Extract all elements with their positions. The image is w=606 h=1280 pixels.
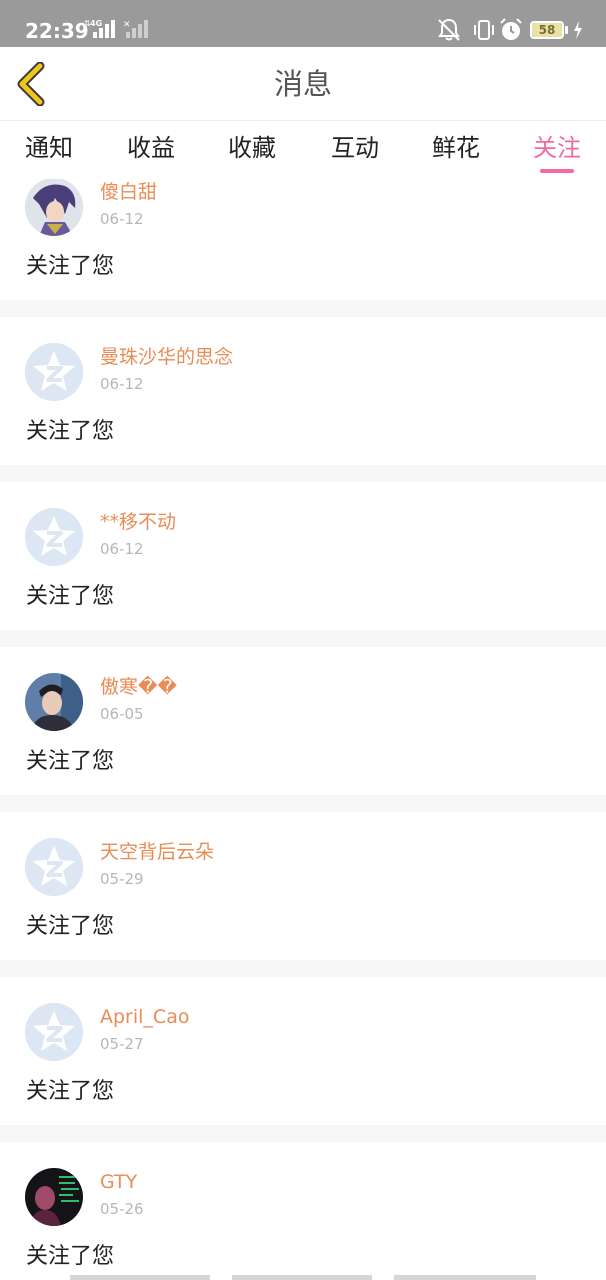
battery-level: 58 [538,23,556,37]
message-tabs: 通知 收益 收藏 互动 鲜花 关注 [0,121,606,179]
status-right-group: 58 [436,17,586,43]
user-name[interactable]: **移不动 [100,509,176,535]
tab-follow[interactable]: 关注 [517,131,597,173]
follow-message-list[interactable]: 傻白甜 06-12 关注了您 曼珠沙华的思念 06-12 关注了您 **移不动 … [0,179,606,1280]
message-date: 06-12 [100,210,144,228]
user-name[interactable]: GTY [100,1169,137,1195]
list-item[interactable]: 傲寒�� 06-05 关注了您 [0,647,606,795]
active-tab-indicator [540,169,574,173]
avatar[interactable] [25,838,83,896]
avatar[interactable] [25,508,83,566]
battery-tip [565,26,568,34]
photo-avatar-image [25,673,83,731]
default-avatar-icon [25,838,83,896]
signal-weak-icon: ✕ [123,20,148,38]
tab-label: 鲜花 [432,134,480,162]
status-bar: 22:39 4G ⇅ ✕ 58 [0,0,606,47]
tab-interaction[interactable]: 互动 [315,131,395,173]
message-text: 关注了您 [26,254,115,279]
message-date: 06-05 [100,705,144,723]
vibrate-icon [474,20,494,40]
list-item[interactable]: 天空背后云朵 05-29 关注了您 [0,812,606,960]
list-item[interactable]: **移不动 06-12 关注了您 [0,482,606,630]
tab-flowers[interactable]: 鲜花 [416,131,496,173]
page-title: 消息 [273,67,332,101]
svg-text:⇅: ⇅ [84,19,91,28]
navigation-hint-bar [70,1275,536,1280]
list-item[interactable]: 傻白甜 06-12 关注了您 [0,179,606,300]
default-avatar-icon [25,1003,83,1061]
user-name[interactable]: April_Cao [100,1004,189,1030]
dark-photo-avatar-image [25,1168,83,1226]
charging-icon [574,21,582,39]
avatar[interactable] [25,179,83,236]
svg-text:✕: ✕ [123,20,131,30]
tab-label: 互动 [331,134,379,162]
mute-bell-icon [438,18,460,41]
list-item[interactable]: April_Cao 05-27 关注了您 [0,977,606,1125]
signal-4g-icon: 4G ⇅ [84,19,115,38]
message-text: 关注了您 [26,914,115,939]
message-date: 06-12 [100,540,144,558]
avatar[interactable] [25,673,83,731]
tab-label: 关注 [533,134,581,162]
tab-earnings[interactable]: 收益 [111,131,191,173]
avatar[interactable] [25,343,83,401]
message-text: 关注了您 [26,749,115,774]
status-time: 22:39 [25,19,89,43]
default-avatar-icon [25,343,83,401]
default-avatar-icon [25,508,83,566]
user-name[interactable]: 傻白甜 [100,179,157,205]
tab-label: 收益 [127,134,175,162]
user-name[interactable]: 天空背后云朵 [100,839,214,865]
avatar[interactable] [25,1168,83,1226]
app-header: 消息 [0,47,606,121]
tab-label: 通知 [25,134,73,162]
user-name[interactable]: 曼珠沙华的思念 [100,344,233,370]
tab-favorites[interactable]: 收藏 [212,131,292,173]
user-name[interactable]: 傲寒�� [100,674,177,700]
message-date: 06-12 [100,375,144,393]
message-text: 关注了您 [26,1079,115,1104]
battery-icon: 58 [530,21,564,39]
message-date: 05-27 [100,1035,144,1053]
tab-label: 收藏 [228,134,276,162]
alarm-icon [500,18,522,40]
message-text: 关注了您 [26,1244,115,1269]
list-item[interactable]: GTY 05-26 关注了您 [0,1142,606,1280]
network-type-label: 4G [90,19,102,28]
message-text: 关注了您 [26,419,115,444]
anime-avatar-image [25,179,83,236]
tab-notice[interactable]: 通知 [9,131,89,173]
list-item[interactable]: 曼珠沙华的思念 06-12 关注了您 [0,317,606,465]
message-date: 05-26 [100,1200,144,1218]
avatar[interactable] [25,1003,83,1061]
message-date: 05-29 [100,870,144,888]
message-text: 关注了您 [26,584,115,609]
